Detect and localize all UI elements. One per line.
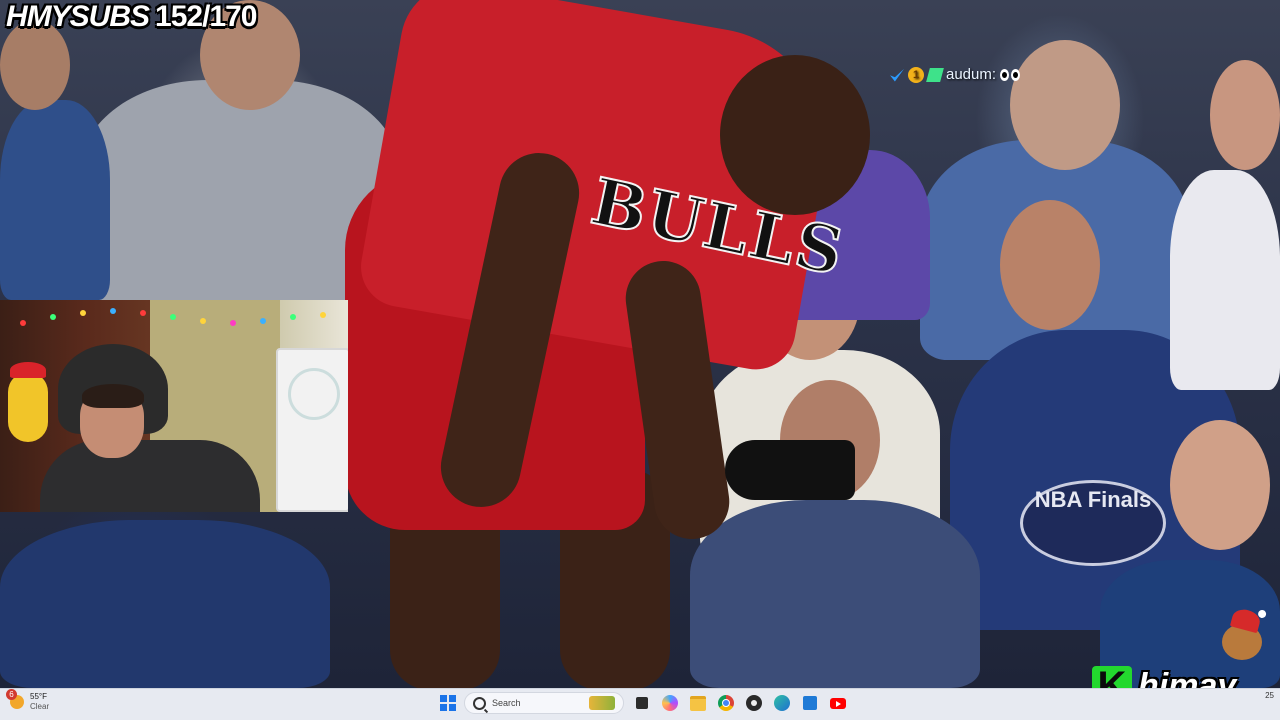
pc-case (276, 348, 348, 512)
search-placeholder: Search (492, 698, 521, 708)
taskbar-apps: Search (440, 692, 848, 714)
store-icon (803, 696, 817, 710)
eyes-emote-icon (1000, 68, 1021, 81)
task-view-icon (636, 697, 648, 709)
edge-button[interactable] (772, 693, 792, 713)
youtube-button[interactable] (828, 693, 848, 713)
file-explorer-button[interactable] (688, 693, 708, 713)
christmas-bear-icon (1216, 606, 1268, 670)
webcam-feed (0, 300, 348, 512)
taskbar-clock[interactable]: 25 (1265, 691, 1274, 700)
chrome-button[interactable] (716, 693, 736, 713)
camera (725, 440, 855, 500)
weather-temp: 55°F (30, 692, 47, 701)
copilot-button[interactable] (660, 693, 680, 713)
chrome-icon (718, 695, 734, 711)
crowd-person (1000, 200, 1100, 330)
notification-badge: 6 (6, 689, 17, 700)
streamer-hair (82, 384, 144, 408)
crowd-person (1170, 170, 1280, 390)
crowd-person (0, 520, 330, 688)
sub-goal-count: 152/170 (155, 0, 257, 33)
weather-widget[interactable]: 6 55°F Clear (6, 689, 50, 712)
crowd-person (690, 500, 980, 688)
player-head (720, 55, 870, 215)
minion-figure (8, 362, 48, 442)
task-view-button[interactable] (632, 693, 652, 713)
obs-icon (746, 695, 762, 711)
string-lights (0, 306, 348, 336)
taskbar: 6 55°F Clear Search 25 (0, 688, 1280, 720)
crowd-person (0, 100, 110, 300)
crowd-person (1210, 60, 1280, 170)
chat-message: 1 audum: (890, 66, 1021, 83)
taskbar-search[interactable]: Search (464, 692, 624, 714)
coin-badge-icon: 1 (908, 66, 924, 83)
weather-condition: Clear (30, 702, 50, 711)
obs-button[interactable] (744, 693, 764, 713)
youtube-icon (830, 697, 846, 709)
streamer-shirt (40, 440, 260, 512)
weather-icon: 6 (6, 689, 24, 709)
chat-username: audum: (946, 66, 997, 83)
nba-finals-logo: NBA Finals (1020, 480, 1166, 566)
sub-badge-icon (926, 67, 944, 82)
store-button[interactable] (800, 693, 820, 713)
crowd-person (1170, 420, 1270, 550)
start-button[interactable] (440, 695, 456, 711)
copilot-icon (662, 695, 678, 711)
verified-badge-icon (890, 68, 904, 82)
search-highlight-icon (589, 696, 615, 710)
sub-goal-counter: HMYSUBS 152/170 (6, 0, 257, 34)
sub-goal-label: HMYSUBS (6, 0, 150, 33)
folder-icon (690, 695, 706, 711)
crowd-person (1010, 40, 1120, 170)
edge-icon (774, 695, 790, 711)
search-icon (473, 696, 486, 710)
